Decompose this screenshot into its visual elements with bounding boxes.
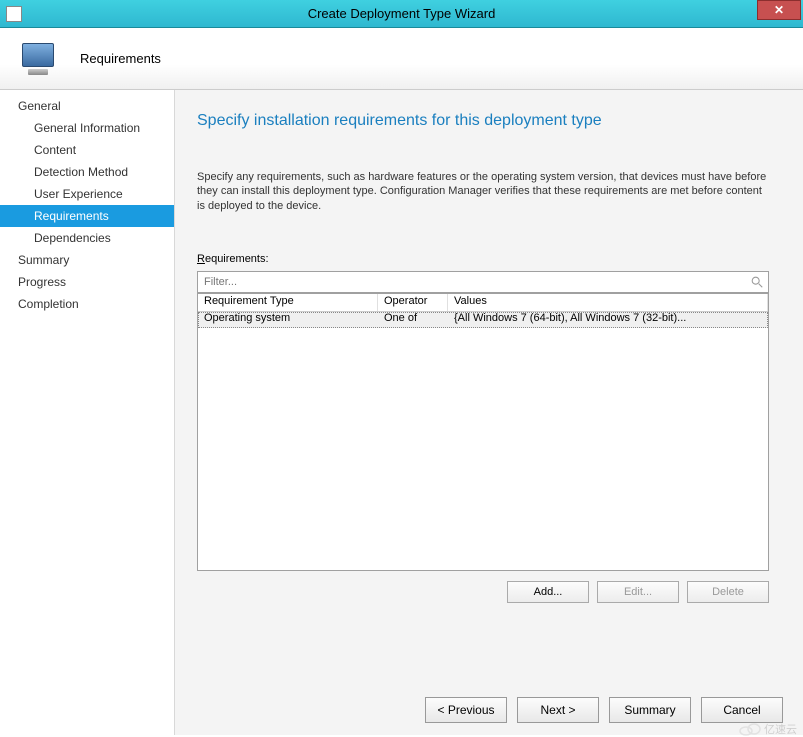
nav-item-general-information[interactable]: General Information bbox=[0, 117, 174, 139]
filter-input[interactable] bbox=[202, 275, 750, 289]
nav-item-detection-method[interactable]: Detection Method bbox=[0, 161, 174, 183]
cell-values: {All Windows 7 (64-bit), All Windows 7 (… bbox=[448, 312, 768, 328]
grid-header: Requirement Type Operator Values bbox=[198, 294, 768, 312]
col-header-type[interactable]: Requirement Type bbox=[198, 294, 378, 311]
nav-item-content[interactable]: Content bbox=[0, 139, 174, 161]
grid-button-row: Add... Edit... Delete bbox=[197, 581, 769, 603]
search-icon bbox=[750, 275, 764, 289]
close-button[interactable]: ✕ bbox=[757, 0, 801, 20]
nav-sidebar: General General Information Content Dete… bbox=[0, 90, 175, 735]
nav-item-summary[interactable]: Summary bbox=[0, 249, 174, 271]
window-title: Create Deployment Type Wizard bbox=[0, 6, 803, 21]
nav-item-user-experience[interactable]: User Experience bbox=[0, 183, 174, 205]
page-heading: Specify installation requirements for th… bbox=[197, 112, 783, 130]
cell-operator: One of bbox=[378, 312, 448, 328]
col-header-values[interactable]: Values bbox=[448, 294, 768, 311]
main-panel: Specify installation requirements for th… bbox=[175, 90, 803, 735]
col-header-operator[interactable]: Operator bbox=[378, 294, 448, 311]
filter-box[interactable] bbox=[197, 271, 769, 293]
requirements-label: Requirements: bbox=[197, 253, 783, 265]
banner-title: Requirements bbox=[80, 51, 161, 66]
cancel-button[interactable]: Cancel bbox=[701, 697, 783, 723]
wizard-footer: < Previous Next > Summary Cancel bbox=[425, 697, 783, 723]
page-description: Specify any requirements, such as hardwa… bbox=[197, 170, 767, 213]
computer-icon bbox=[20, 39, 60, 79]
add-button[interactable]: Add... bbox=[507, 581, 589, 603]
previous-button[interactable]: < Previous bbox=[425, 697, 507, 723]
delete-button[interactable]: Delete bbox=[687, 581, 769, 603]
banner: Requirements bbox=[0, 28, 803, 90]
nav-item-progress[interactable]: Progress bbox=[0, 271, 174, 293]
nav-item-requirements[interactable]: Requirements bbox=[0, 205, 174, 227]
grid-row[interactable]: Operating system One of {All Windows 7 (… bbox=[198, 312, 768, 328]
cell-type: Operating system bbox=[198, 312, 378, 328]
nav-item-completion[interactable]: Completion bbox=[0, 293, 174, 315]
requirements-grid[interactable]: Requirement Type Operator Values Operati… bbox=[197, 293, 769, 571]
next-button[interactable]: Next > bbox=[517, 697, 599, 723]
titlebar: Create Deployment Type Wizard ✕ bbox=[0, 0, 803, 28]
summary-button[interactable]: Summary bbox=[609, 697, 691, 723]
nav-item-dependencies[interactable]: Dependencies bbox=[0, 227, 174, 249]
edit-button[interactable]: Edit... bbox=[597, 581, 679, 603]
close-icon: ✕ bbox=[774, 3, 784, 17]
nav-item-general[interactable]: General bbox=[0, 95, 174, 117]
